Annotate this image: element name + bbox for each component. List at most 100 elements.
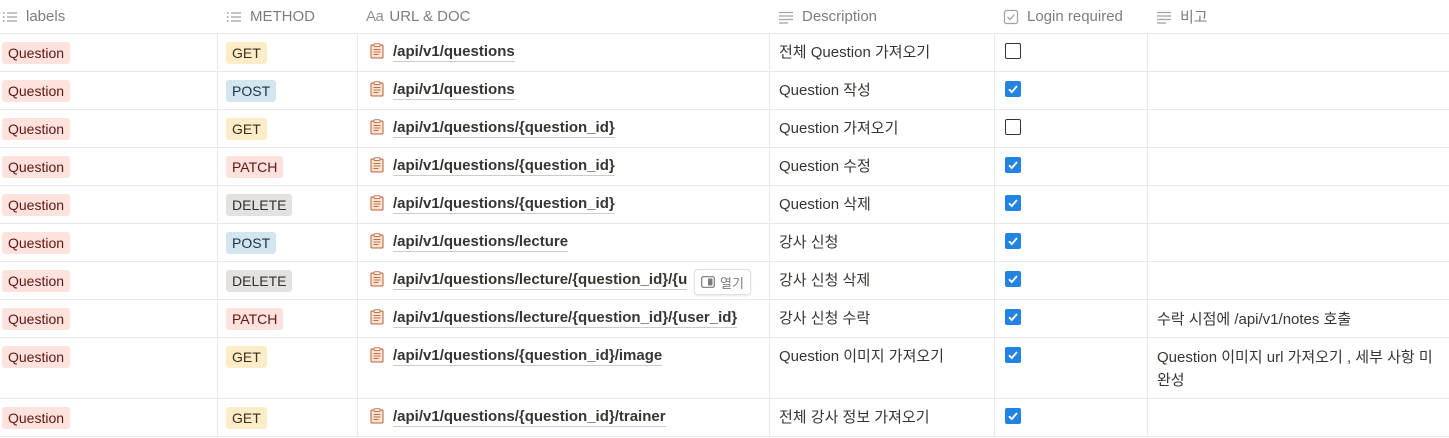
method-cell[interactable]: PATCH xyxy=(218,148,358,185)
url-cell[interactable]: /api/v1/questions/{question_id} xyxy=(358,110,770,147)
description-cell[interactable]: 전체 Question 가져오기 xyxy=(770,34,995,71)
method-cell[interactable]: DELETE xyxy=(218,186,358,223)
login-cell[interactable] xyxy=(995,110,1148,147)
description-cell[interactable]: 강사 신청 삭제 xyxy=(770,262,995,299)
login-required-checkbox[interactable] xyxy=(1005,157,1021,173)
text-lines-icon xyxy=(778,9,794,25)
description-cell[interactable]: Question 가져오기 xyxy=(770,110,995,147)
column-header-url[interactable]: Aa URL & DOC xyxy=(358,0,770,33)
login-required-checkbox[interactable] xyxy=(1005,81,1021,97)
note-cell[interactable] xyxy=(1148,186,1449,223)
url-link[interactable]: /api/v1/questions/lecture/{question_id}/… xyxy=(393,270,688,290)
url-link[interactable]: /api/v1/questions xyxy=(393,42,515,62)
description-cell[interactable]: Question 작성 xyxy=(770,72,995,109)
description-cell[interactable]: 강사 신청 xyxy=(770,224,995,261)
label-cell[interactable]: Question xyxy=(0,399,218,436)
table-row[interactable]: Question GET/api/v1/questions/{question_i… xyxy=(0,399,1449,437)
login-cell[interactable] xyxy=(995,186,1148,223)
method-cell[interactable]: GET xyxy=(218,399,358,436)
label-cell[interactable]: Question xyxy=(0,110,218,147)
url-cell[interactable]: /api/v1/questions/{question_id}/image xyxy=(358,338,770,398)
login-cell[interactable] xyxy=(995,300,1148,337)
url-link[interactable]: /api/v1/questions/{question_id}/trainer xyxy=(393,407,666,427)
login-required-checkbox[interactable] xyxy=(1005,195,1021,211)
label-cell[interactable]: Question xyxy=(0,300,218,337)
url-link[interactable]: /api/v1/questions/{question_id} xyxy=(393,194,615,214)
column-header-note[interactable]: 비고 xyxy=(1148,0,1449,33)
login-required-checkbox[interactable] xyxy=(1005,233,1021,249)
method-cell[interactable]: GET xyxy=(218,110,358,147)
page-document-icon xyxy=(370,43,384,59)
method-cell[interactable]: POST xyxy=(218,72,358,109)
description-cell[interactable]: 강사 신청 수락 xyxy=(770,300,995,337)
url-cell[interactable]: /api/v1/questions/{question_id}/trainer xyxy=(358,399,770,436)
open-page-button[interactable]: 열기 xyxy=(694,269,751,295)
url-link[interactable]: /api/v1/questions/{question_id} xyxy=(393,156,615,176)
method-cell[interactable]: PATCH xyxy=(218,300,358,337)
table-row[interactable]: Question GET/api/v1/questions 전체 Question … xyxy=(0,34,1449,72)
url-cell[interactable]: /api/v1/questions xyxy=(358,34,770,71)
login-cell[interactable] xyxy=(995,148,1148,185)
login-required-checkbox[interactable] xyxy=(1005,309,1021,325)
label-cell[interactable]: Question xyxy=(0,224,218,261)
url-link[interactable]: /api/v1/questions/lecture/{question_id}/… xyxy=(393,308,738,328)
table-row[interactable]: Question DELETE/api/v1/questions/{questio… xyxy=(0,186,1449,224)
method-cell[interactable]: GET xyxy=(218,338,358,398)
table-row[interactable]: Question PATCH/api/v1/questions/{question… xyxy=(0,148,1449,186)
note-cell[interactable] xyxy=(1148,110,1449,147)
login-cell[interactable] xyxy=(995,338,1148,398)
url-cell[interactable]: /api/v1/questions/lecture xyxy=(358,224,770,261)
url-cell[interactable]: /api/v1/questions/lecture/{question_id}/… xyxy=(358,300,770,337)
method-cell[interactable]: GET xyxy=(218,34,358,71)
login-cell[interactable] xyxy=(995,262,1148,299)
column-header-description[interactable]: Description xyxy=(770,0,995,33)
label-cell[interactable]: Question xyxy=(0,338,218,398)
table-row[interactable]: Question GET/api/v1/questions/{question_i… xyxy=(0,338,1449,399)
login-required-checkbox[interactable] xyxy=(1005,43,1021,59)
url-cell[interactable]: /api/v1/questions/{question_id} xyxy=(358,186,770,223)
note-cell[interactable] xyxy=(1148,34,1449,71)
url-cell[interactable]: /api/v1/questions xyxy=(358,72,770,109)
table-row[interactable]: Question GET/api/v1/questions/{question_i… xyxy=(0,110,1449,148)
note-cell[interactable] xyxy=(1148,148,1449,185)
label-cell[interactable]: Question xyxy=(0,72,218,109)
table-row[interactable]: Question POST/api/v1/questions Question 작성 xyxy=(0,72,1449,110)
method-cell[interactable]: DELETE xyxy=(218,262,358,299)
column-header-login[interactable]: Login required xyxy=(995,0,1148,33)
note-cell[interactable] xyxy=(1148,72,1449,109)
login-required-checkbox[interactable] xyxy=(1005,271,1021,287)
description-cell[interactable]: Question 이미지 가져오기 xyxy=(770,338,995,398)
url-link[interactable]: /api/v1/questions xyxy=(393,80,515,100)
label-cell[interactable]: Question xyxy=(0,148,218,185)
label-cell[interactable]: Question xyxy=(0,186,218,223)
note-cell[interactable]: 수락 시점에 /api/v1/notes 호출 xyxy=(1148,300,1449,337)
note-cell[interactable] xyxy=(1148,224,1449,261)
url-link[interactable]: /api/v1/questions/lecture xyxy=(393,232,569,252)
description-cell[interactable]: Question 수정 xyxy=(770,148,995,185)
login-cell[interactable] xyxy=(995,399,1148,436)
page-document-icon xyxy=(370,119,384,135)
login-cell[interactable] xyxy=(995,72,1148,109)
column-title: Login required xyxy=(1027,8,1123,25)
page-document-icon xyxy=(370,408,384,424)
table-row[interactable]: Question POST/api/v1/questions/lecture 강사 … xyxy=(0,224,1449,262)
note-cell[interactable]: Question 이미지 url 가져오기 , 세부 사항 미완성 xyxy=(1148,338,1449,398)
url-link[interactable]: /api/v1/questions/{question_id} xyxy=(393,118,615,138)
login-required-checkbox[interactable] xyxy=(1005,119,1021,135)
column-header-labels[interactable]: labels xyxy=(0,0,218,33)
url-link[interactable]: /api/v1/questions/{question_id}/image xyxy=(393,346,663,366)
note-cell[interactable] xyxy=(1148,399,1449,436)
login-required-checkbox[interactable] xyxy=(1005,347,1021,363)
label-cell[interactable]: Question xyxy=(0,34,218,71)
description-cell[interactable]: 전체 강사 정보 가져오기 xyxy=(770,399,995,436)
login-cell[interactable] xyxy=(995,224,1148,261)
note-cell[interactable] xyxy=(1148,262,1449,299)
url-cell[interactable]: /api/v1/questions/{question_id} xyxy=(358,148,770,185)
method-cell[interactable]: POST xyxy=(218,224,358,261)
login-required-checkbox[interactable] xyxy=(1005,408,1021,424)
description-cell[interactable]: Question 삭제 xyxy=(770,186,995,223)
label-cell[interactable]: Question xyxy=(0,262,218,299)
table-row[interactable]: Question PATCH/api/v1/questions/lecture/{… xyxy=(0,300,1449,338)
login-cell[interactable] xyxy=(995,34,1148,71)
column-header-method[interactable]: METHOD xyxy=(218,0,358,33)
